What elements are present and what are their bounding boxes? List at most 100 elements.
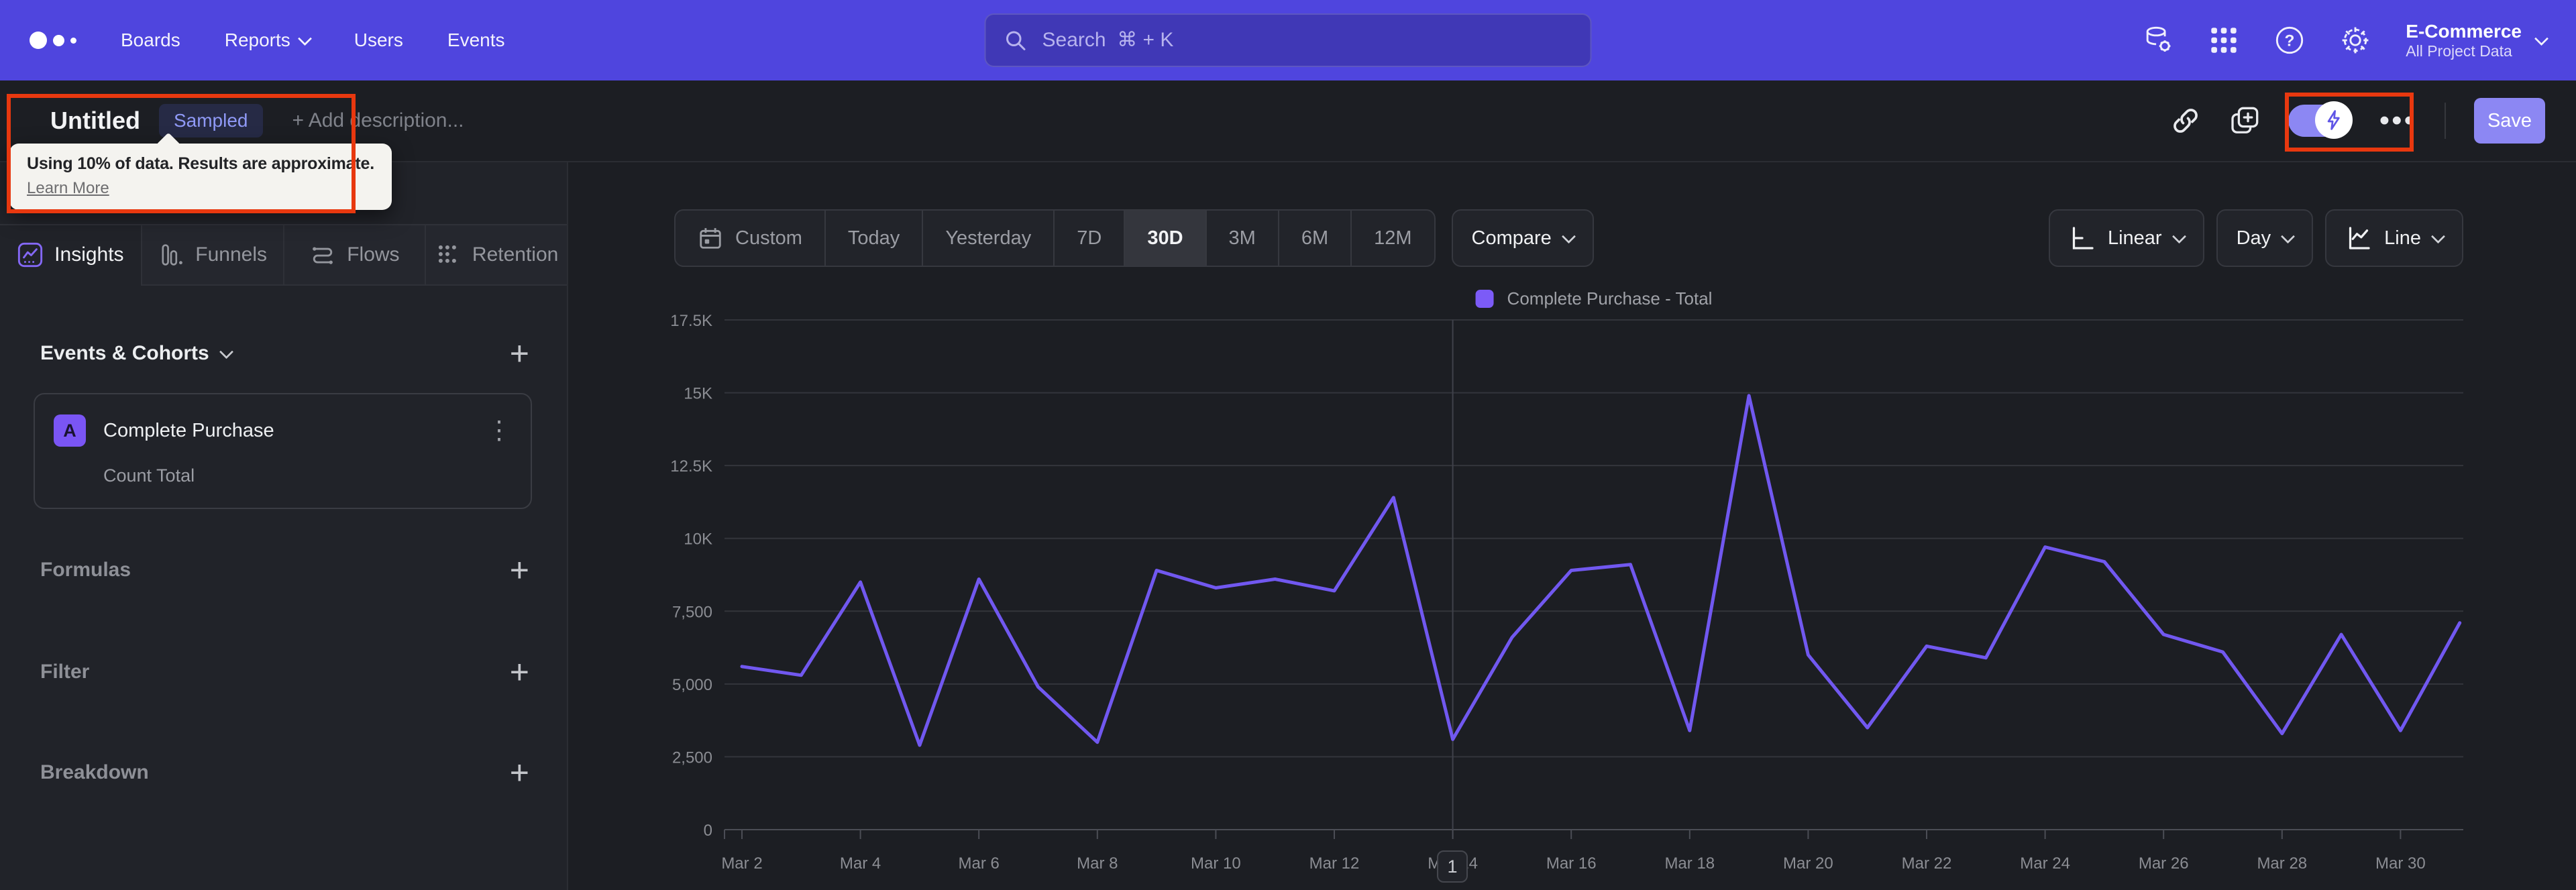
x-axis-tick-label: Mar 16 [1546,854,1597,873]
chevron-down-icon [219,344,233,359]
project-name: E-Commerce [2406,20,2522,42]
add-event-button[interactable]: + [510,337,529,370]
add-to-board-icon[interactable] [2229,105,2260,136]
apps-grid-icon[interactable] [2208,25,2239,56]
search-icon [1006,31,1026,50]
insights-icon [18,242,43,268]
y-axis-tick-label: 12.5K [670,457,712,476]
flows-icon [313,247,333,264]
tab-flows[interactable]: Flows [282,225,425,286]
nav-right-cluster: ? E-Commerce All Project Data [2143,20,2549,60]
sampled-badge[interactable]: Sampled [158,104,263,137]
nav-link-users[interactable]: Users [354,30,403,51]
y-axis-tick-label: 7,500 [672,603,712,621]
more-options-icon[interactable]: ••• [2379,106,2416,135]
events-cohorts-header: Events & Cohorts + [40,337,529,370]
chart-data-line[interactable] [740,394,2462,747]
nav-link-label: Events [447,30,505,50]
section-label: Formulas [40,559,131,581]
nav-link-events[interactable]: Events [447,30,505,51]
tab-label: Insights [54,243,124,266]
x-axis-tick-label: Mar 10 [1191,854,1241,873]
y-axis-tick-label: 10K [684,531,712,549]
nav-link-reports[interactable]: Reports [224,30,312,51]
chart-panel: Custom Today Yesterday 7D 30D 3M 6M 12M Compare… [568,162,2576,890]
tab-retention[interactable]: Retention [425,225,567,286]
y-axis-tick-label: 2,500 [672,748,712,767]
tab-label: Funnels [195,243,267,266]
y-axis-tick-label: 0 [704,822,712,840]
svg-text:?: ? [2285,32,2295,50]
nav-link-boards[interactable]: Boards [121,30,180,51]
project-selector[interactable]: E-Commerce All Project Data [2406,20,2549,60]
y-axis-tick-label: 5,000 [672,676,712,694]
nav-link-label: Boards [121,30,180,50]
section-breakdown: Breakdown + [40,756,529,789]
chevron-down-icon [2534,31,2549,46]
sampling-toggle[interactable] [2288,101,2353,139]
mixpanel-insights-page: Boards Reports Users Events Search ⌘ + K… [0,0,2576,890]
x-axis-tick-label: Mar 28 [2257,854,2307,873]
events-cohorts-toggle[interactable]: Events & Cohorts [40,342,233,365]
report-title[interactable]: Untitled [50,107,140,135]
settings-gear-icon[interactable] [2340,25,2371,56]
save-button[interactable]: Save [2474,98,2545,144]
x-axis-tick-label: Mar 22 [1902,854,1952,873]
section-formulas: Formulas + [40,553,529,587]
x-axis-tick-label: Mar 6 [959,854,1000,873]
tooltip-message: Using 10% of data. Results are approxima… [27,154,374,173]
section-filter: Filter + [40,655,529,689]
y-axis-tick-label: 17.5K [670,312,712,330]
tab-label: Retention [472,243,559,266]
x-axis-tick-label: Mar 26 [2139,854,2189,873]
add-breakdown-button[interactable]: + [510,756,529,789]
line-chart[interactable]: 0 2,500 5,000 7,500 10K 12.5K 15K 17.5K Mar 2 Mar… [568,162,2576,890]
section-label: Filter [40,661,90,683]
x-axis-tick-label: Mar 4 [840,854,881,873]
event-card[interactable]: A Complete Purchase ⋮ Count Total [34,393,532,509]
section-label: Breakdown [40,761,149,783]
add-description-button[interactable]: + Add description... [292,109,464,132]
search-input[interactable] [984,13,1592,67]
chevron-down-icon [297,31,312,46]
add-filter-button[interactable]: + [510,655,529,689]
event-letter-badge: A [54,414,86,447]
copy-link-icon[interactable] [2170,105,2201,136]
nav-link-label: Users [354,30,403,50]
data-definitions-icon[interactable] [2143,25,2174,56]
x-axis-tick-label: Mar 18 [1664,854,1715,873]
sampling-toggle-knob [2314,101,2353,139]
event-menu-icon[interactable]: ⋮ [486,418,512,443]
header-divider [2445,103,2446,139]
event-aggregation[interactable]: Count Total [103,465,512,486]
nav-links: Boards Reports Users Events [121,30,505,51]
x-axis-tick-label: Mar 8 [1077,854,1118,873]
funnels-icon [162,244,183,266]
add-formula-button[interactable]: + [510,553,529,587]
search-field[interactable] [1040,28,1573,52]
y-axis-tick-label: 15K [684,385,712,403]
x-axis-tick-label: Mar 24 [2020,854,2070,873]
tab-funnels[interactable]: Funnels [140,225,283,286]
query-builder-sidebar: Insights Funnels Flows Retention Events … [0,162,568,890]
help-icon[interactable]: ? [2274,25,2305,56]
lightning-bolt-icon [2327,110,2340,130]
tab-insights[interactable]: Insights [0,225,141,286]
learn-more-link[interactable]: Learn More [27,179,109,198]
event-name[interactable]: Complete Purchase [103,420,274,442]
nav-link-label: Reports [224,30,290,50]
x-axis-tick-label: Mar 2 [721,854,762,873]
sampling-tooltip: Using 10% of data. Results are approxima… [9,132,392,210]
mixpanel-logo-icon[interactable] [30,32,76,49]
report-type-tabs: Insights Funnels Flows Retention [0,224,567,286]
tab-label: Flows [347,243,400,266]
x-axis-tick-label: Mar 12 [1309,854,1360,873]
events-cohorts-title: Events & Cohorts [40,342,209,364]
x-axis-tick-label: Mar 30 [2375,854,2426,873]
x-axis-tick-label: Mar 20 [1783,854,1833,873]
top-navigation-bar: Boards Reports Users Events Search ⌘ + K… [0,0,2576,80]
retention-icon [438,245,456,263]
pagination-page-1[interactable]: 1 [1437,850,1468,883]
report-actions: ••• Save [2170,80,2545,161]
project-scope: All Project Data [2406,42,2512,60]
